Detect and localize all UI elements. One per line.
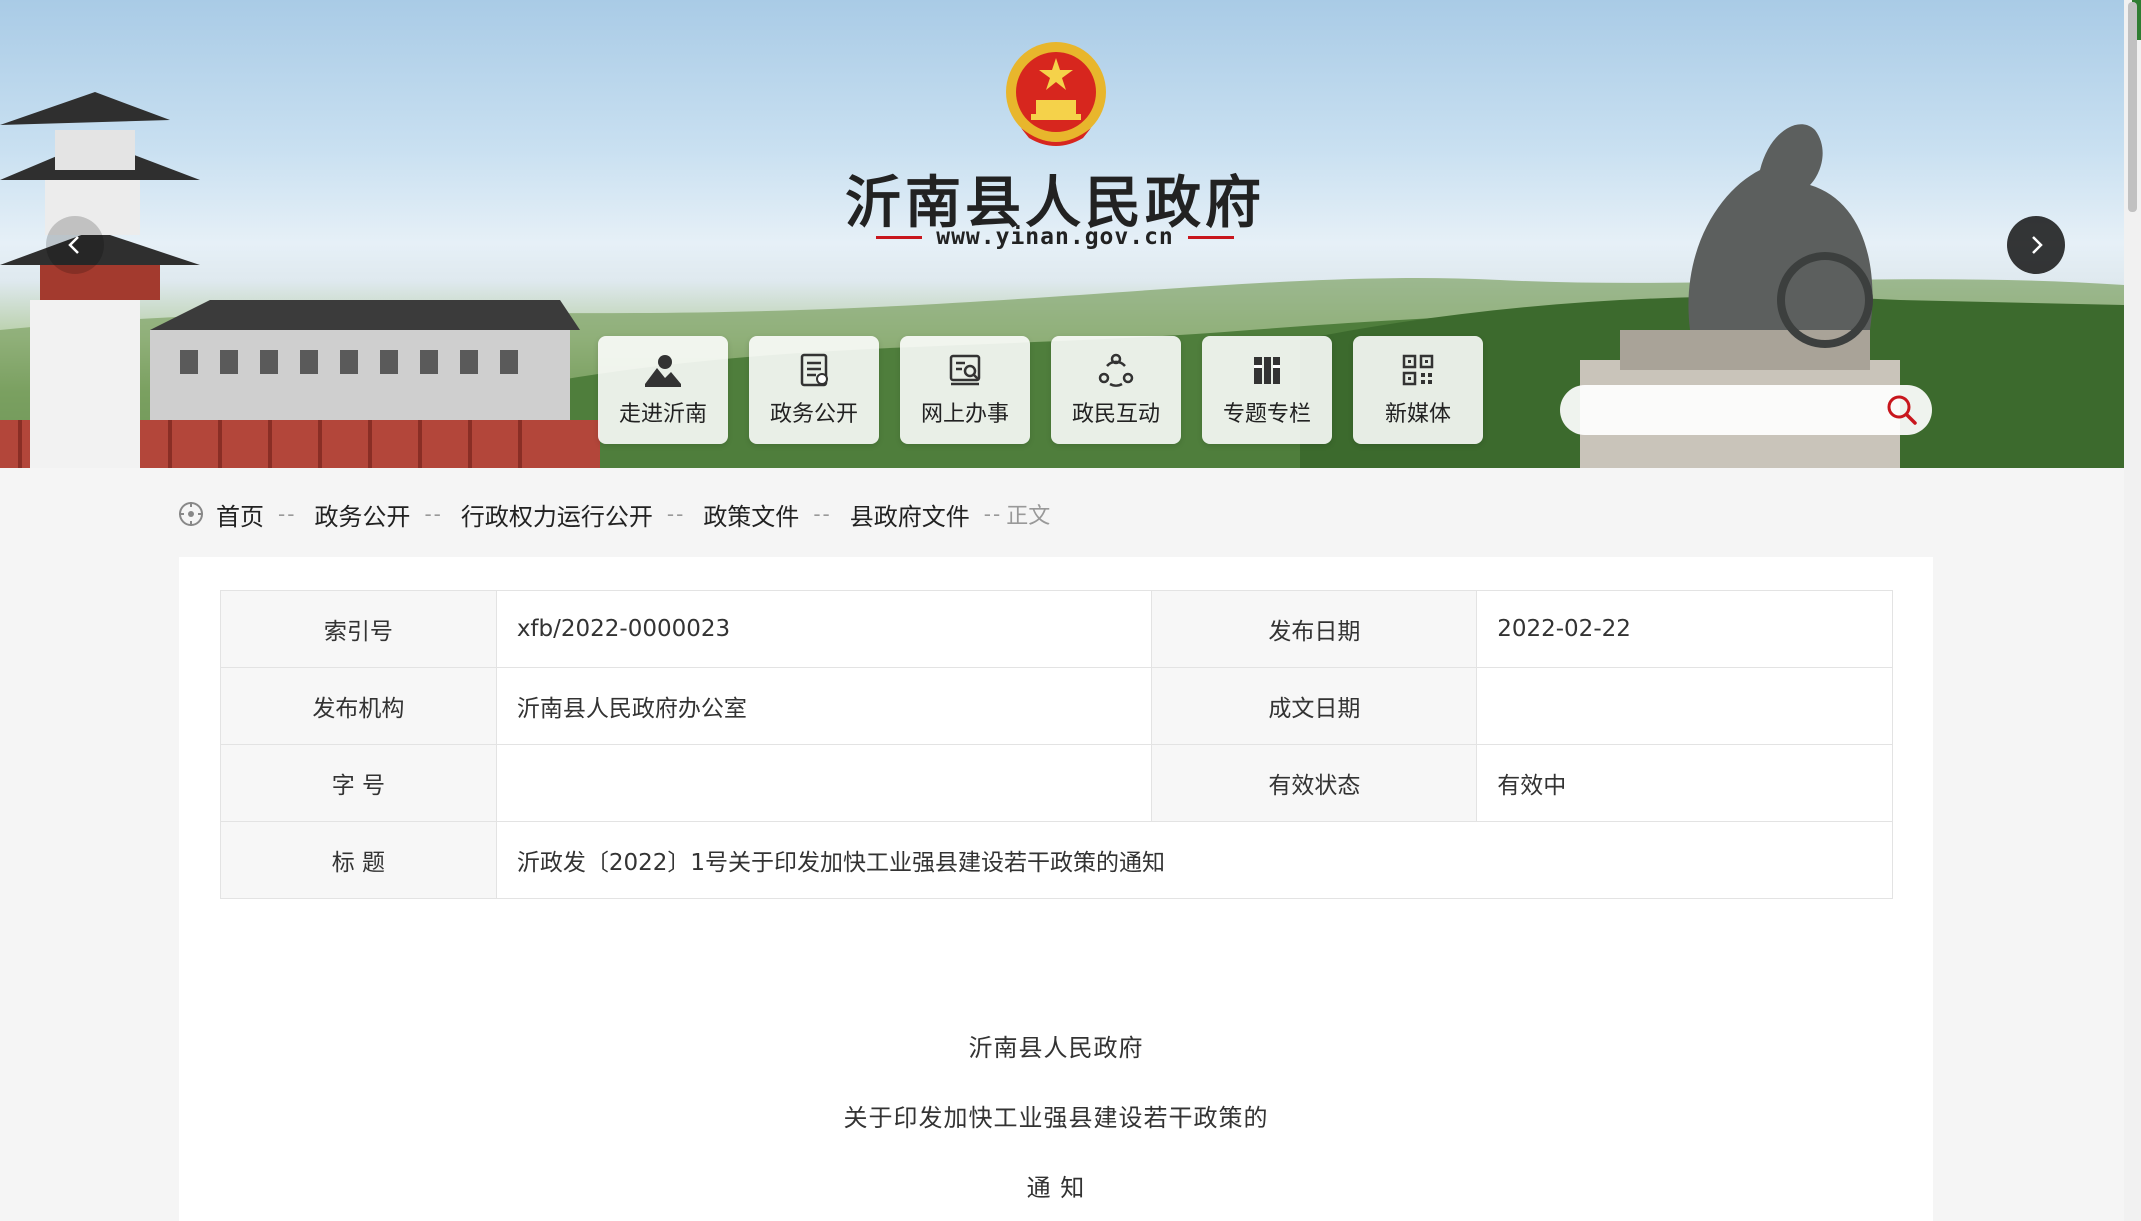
quick-link-label: 网上办事: [920, 402, 1009, 427]
national-emblem-icon: [1006, 42, 1106, 146]
qr-code-icon: [1402, 354, 1434, 386]
breadcrumb-separator: --: [424, 502, 443, 526]
document-meta-table: 索引号 xfb/2022-0000023 发布日期 2022-02-22 发布机…: [220, 590, 1894, 899]
agency-label: 发布机构: [220, 667, 497, 745]
quick-link-banshi[interactable]: 网上办事: [900, 336, 1030, 444]
banner-prev-button[interactable]: [46, 216, 104, 274]
quick-link-zhengwu[interactable]: 政务公开: [749, 336, 879, 444]
table-row: 标 题 沂政发〔2022〕1号关于印发加快工业强县建设若干政策的通知: [220, 821, 1894, 899]
writedate-label: 成文日期: [1151, 667, 1478, 745]
breadcrumb-separator: --: [666, 502, 686, 526]
writedate-value: [1476, 667, 1893, 745]
quick-link-zoujin[interactable]: 走进沂南: [598, 336, 728, 444]
scrollbar-thumb[interactable]: [2128, 2, 2137, 212]
page-scrollbar[interactable]: [2124, 0, 2141, 1221]
quick-link-label: 专题专栏: [1222, 402, 1311, 427]
breadcrumb: 首页 -- 政务公开 -- 行政权力运行公开 -- 政策文件 -- 县政府文件 …: [178, 494, 1050, 534]
agency-value: 沂南县人民政府办公室: [495, 667, 1153, 745]
quick-link-label: 走进沂南: [618, 402, 707, 427]
url-right-rule: [1187, 235, 1234, 239]
quick-link-label: 政民互动: [1071, 402, 1160, 427]
breadcrumb-power[interactable]: 行政权力运行公开: [461, 497, 653, 532]
search-input[interactable]: [1580, 393, 1864, 429]
banner-next-button[interactable]: [2007, 216, 2065, 274]
pubdate-label: 发布日期: [1151, 590, 1478, 668]
status-label: 有效状态: [1151, 744, 1478, 822]
url-left-rule: [876, 235, 923, 239]
chevron-left-icon: [68, 236, 79, 254]
landscape-icon: [645, 355, 681, 387]
breadcrumb-separator: --: [983, 502, 1003, 526]
quick-link-label: 政务公开: [769, 402, 858, 427]
breadcrumb-home[interactable]: 首页: [216, 497, 264, 532]
document-title-notice: 通 知: [1026, 1174, 1086, 1202]
index-value: xfb/2022-0000023: [495, 590, 1153, 668]
table-row: 索引号 xfb/2022-0000023 发布日期 2022-02-22: [220, 590, 1893, 668]
location-icon: [179, 502, 203, 526]
header-banner: 沂南县人民政府 www.yinan.gov.cn 走进沂南 政务公开 网上办事: [0, 0, 2124, 468]
quick-links: 走进沂南 政务公开 网上办事 政民互动 专题专栏 新媒体: [598, 336, 1483, 444]
title-label: 标 题: [220, 821, 497, 899]
search-icon[interactable]: [1886, 394, 1918, 426]
breadcrumb-current: 正文: [1006, 504, 1051, 529]
chevron-right-icon: [2032, 236, 2043, 254]
breadcrumb-zhengwu[interactable]: 政务公开: [314, 497, 410, 532]
pubdate-value: 2022-02-22: [1476, 590, 1893, 668]
table-row: 发布机构 沂南县人民政府办公室 成文日期: [220, 667, 1893, 745]
quick-link-hudong[interactable]: 政民互动: [1051, 336, 1181, 444]
article-panel: 索引号 xfb/2022-0000023 发布日期 2022-02-22 发布机…: [179, 557, 1933, 1221]
document-icon: [800, 353, 828, 387]
interaction-icon: [1098, 353, 1134, 387]
docno-label: 字 号: [220, 744, 497, 822]
quick-link-label: 新媒体: [1384, 402, 1451, 427]
site-url: www.yinan.gov.cn: [860, 222, 1250, 252]
breadcrumb-policy[interactable]: 政策文件: [703, 497, 799, 532]
breadcrumb-separator: --: [278, 502, 297, 526]
title-value: 沂政发〔2022〕1号关于印发加快工业强县建设若干政策的通知: [495, 821, 1894, 899]
document-title: 关于印发加快工业强县建设若干政策的: [843, 1104, 1269, 1132]
breadcrumb-county-docs[interactable]: 县政府文件: [850, 497, 970, 532]
status-value: 有效中: [1476, 744, 1893, 822]
site-url-text: www.yinan.gov.cn: [936, 224, 1174, 250]
search-document-icon: [949, 354, 981, 386]
document-issuer: 沂南县人民政府: [968, 1034, 1144, 1062]
breadcrumb-separator: --: [813, 502, 832, 526]
quick-link-zhuanti[interactable]: 专题专栏: [1202, 336, 1332, 444]
table-row: 字 号 有效状态 有效中: [220, 744, 1893, 822]
books-icon: [1254, 357, 1280, 384]
index-label: 索引号: [220, 590, 497, 668]
search-box: [1560, 385, 1932, 435]
docno-value: [495, 744, 1153, 822]
quick-link-xinmeiti[interactable]: 新媒体: [1353, 336, 1483, 444]
